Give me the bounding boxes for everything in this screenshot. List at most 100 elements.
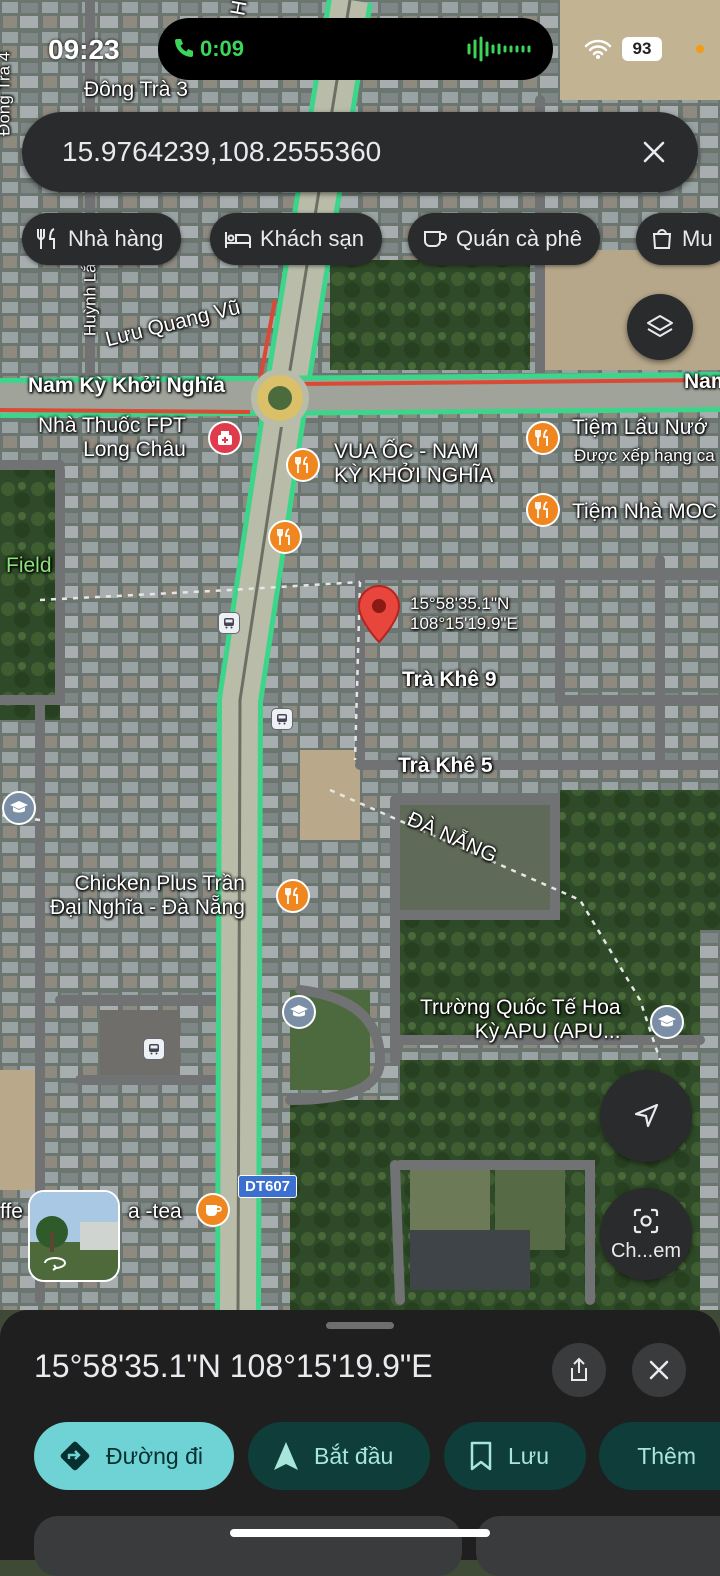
chip-label: Mu bbox=[682, 226, 713, 252]
chip-restaurants[interactable]: Nhà hàng bbox=[22, 213, 181, 265]
layers-icon bbox=[645, 312, 675, 342]
action-label: Bắt đầu bbox=[314, 1443, 393, 1470]
pharmacy-name-line-2: Long Châu bbox=[38, 438, 186, 462]
share-button[interactable] bbox=[552, 1343, 606, 1397]
fork-knife-icon bbox=[277, 528, 293, 546]
school-marker-left[interactable] bbox=[2, 791, 36, 825]
place-bottom-sheet[interactable]: 15°58'35.1"N 108°15'19.9"E Đường đi Bắt … bbox=[0, 1310, 720, 1560]
apu-school-line-1: Trường Quốc Tế Hoa bbox=[420, 996, 621, 1020]
start-navigation-button[interactable]: Bắt đầu bbox=[248, 1422, 430, 1490]
audio-waveform-icon bbox=[466, 36, 534, 62]
search-input[interactable]: 15.9764239,108.2555360 bbox=[62, 136, 381, 168]
street-label-huynh-la: Huỳnh Lắ bbox=[81, 263, 101, 336]
place-label-tiem-lau: Tiệm Lẩu Nướ bbox=[572, 416, 708, 440]
street-label-nam-ky-khoi-nghia: Nam Kỳ Khởi Nghĩa bbox=[28, 374, 225, 398]
phone-call-icon bbox=[172, 36, 196, 60]
apu-school-line-2: Kỳ APU (APU... bbox=[420, 1020, 621, 1044]
coffee-cup-icon bbox=[422, 227, 448, 251]
vua-oc-line-2: KỲ KHỞI NGHĨA bbox=[334, 464, 493, 488]
route-shield-dt607: DT607 bbox=[238, 1175, 297, 1198]
place-label-coffee-left: ffe bbox=[0, 1200, 23, 1224]
vua-oc-line-1: VUA ỐC - NAM bbox=[334, 440, 493, 464]
fork-knife-icon bbox=[295, 456, 311, 474]
chicken-plus-line-2: Đại Nghĩa - Đà Nẵng bbox=[50, 896, 245, 920]
street-label-nam-right: Nam bbox=[684, 370, 720, 394]
pharmacy-marker[interactable] bbox=[208, 421, 242, 455]
search-bar[interactable]: 15.9764239,108.2555360 bbox=[22, 112, 698, 192]
place-label-apu-school: Trường Quốc Tế Hoa Kỳ APU (APU... bbox=[420, 996, 621, 1044]
fork-knife-icon bbox=[36, 227, 60, 251]
chip-label: Khách sạn bbox=[260, 226, 364, 252]
chip-label: Nhà hàng bbox=[68, 226, 163, 252]
camera-lens-icon bbox=[631, 1206, 661, 1236]
satellite-map[interactable]: Đông Trà 3 Đông Trà 4 Huỳnh Lắ Lưu Quang… bbox=[0, 0, 720, 1310]
sheet-card-preview-left[interactable] bbox=[34, 1516, 462, 1576]
chip-label: Quán cà phê bbox=[456, 226, 582, 252]
pin-longitude-label: 108°15'19.9"E bbox=[410, 614, 518, 634]
restaurant-marker-tiem-nha-moc[interactable] bbox=[526, 493, 560, 527]
graduation-cap-icon bbox=[289, 1004, 309, 1020]
bookmark-icon bbox=[468, 1440, 494, 1472]
layers-button[interactable] bbox=[627, 294, 693, 360]
sheet-drag-handle[interactable] bbox=[326, 1322, 394, 1329]
close-sheet-button[interactable] bbox=[632, 1343, 686, 1397]
clear-search-button[interactable] bbox=[634, 132, 674, 172]
call-duration: 0:09 bbox=[200, 36, 244, 62]
chicken-plus-line-1: Chicken Plus Trần bbox=[50, 872, 245, 896]
bus-stop-icon[interactable] bbox=[271, 708, 293, 730]
pin-coordinates-label: 15°58'35.1"N 108°15'19.9"E bbox=[410, 594, 518, 633]
my-location-button[interactable] bbox=[600, 1070, 692, 1162]
dropped-pin-icon[interactable] bbox=[357, 584, 401, 644]
place-title-coordinates: 15°58'35.1"N 108°15'19.9"E bbox=[34, 1348, 433, 1385]
pharmacy-name-line-1: Nhà Thuốc FPT bbox=[38, 414, 186, 438]
coffee-marker[interactable] bbox=[196, 1193, 230, 1227]
directions-icon bbox=[58, 1439, 92, 1473]
chip-cafes[interactable]: Quán cà phê bbox=[408, 213, 600, 265]
pin-latitude-label: 15°58'35.1"N bbox=[410, 594, 518, 614]
fork-knife-icon bbox=[535, 501, 551, 519]
share-icon bbox=[567, 1357, 591, 1383]
place-label-pharmacy: Nhà Thuốc FPT Long Châu bbox=[38, 414, 186, 462]
wifi-icon bbox=[584, 38, 612, 60]
home-indicator[interactable] bbox=[230, 1529, 490, 1537]
place-sub-label-tiem-lau: Được xếp hạng ca bbox=[574, 446, 715, 466]
rotate-360-icon bbox=[42, 1254, 68, 1272]
directions-button[interactable]: Đường đi bbox=[34, 1422, 234, 1490]
sheet-card-preview-right[interactable] bbox=[476, 1516, 720, 1576]
close-icon bbox=[648, 1359, 670, 1381]
pharmacy-icon bbox=[216, 429, 234, 447]
street-label-tra-khe-5: Trà Khê 5 bbox=[398, 754, 493, 778]
place-label-coffee-right: a -tea bbox=[128, 1200, 182, 1224]
bus-stop-icon[interactable] bbox=[143, 1038, 165, 1060]
action-label: Lưu bbox=[508, 1443, 549, 1470]
coffee-cup-icon bbox=[204, 1202, 222, 1218]
area-label-field: Field bbox=[6, 554, 52, 578]
bus-stop-icon[interactable] bbox=[218, 612, 240, 634]
fork-knife-icon bbox=[535, 429, 551, 447]
chip-hotels[interactable]: Khách sạn bbox=[210, 213, 382, 265]
chip-shopping[interactable]: Mu bbox=[636, 213, 720, 265]
street-label-tra-khe-9: Trà Khê 9 bbox=[402, 668, 497, 692]
camera-search-button[interactable]: Ch...em bbox=[600, 1188, 692, 1280]
save-button[interactable]: Lưu bbox=[444, 1422, 586, 1490]
graduation-cap-icon bbox=[9, 800, 29, 816]
graduation-cap-icon bbox=[657, 1014, 677, 1030]
more-button[interactable]: Thêm bbox=[599, 1422, 720, 1490]
school-marker-apu[interactable] bbox=[650, 1005, 684, 1039]
place-label-tiem-nha-moc: Tiệm Nhà MOC bbox=[572, 500, 717, 524]
restaurant-marker-chicken-plus[interactable] bbox=[276, 879, 310, 913]
restaurant-marker-tiem-lau[interactable] bbox=[526, 421, 560, 455]
fork-knife-icon bbox=[285, 887, 301, 905]
privacy-indicator-dot bbox=[696, 45, 704, 53]
restaurant-marker-unnamed[interactable] bbox=[268, 520, 302, 554]
restaurant-marker-vua-oc[interactable] bbox=[286, 448, 320, 482]
action-label: Đường đi bbox=[106, 1443, 203, 1470]
street-view-thumbnail[interactable] bbox=[28, 1190, 120, 1282]
status-bar: 09:23 0:09 93 bbox=[0, 0, 720, 96]
close-icon bbox=[642, 140, 666, 164]
battery-indicator: 93 bbox=[622, 37, 662, 61]
bed-icon bbox=[224, 228, 252, 250]
action-label: Thêm bbox=[637, 1443, 696, 1470]
place-label-chicken-plus: Chicken Plus Trần Đại Nghĩa - Đà Nẵng bbox=[50, 872, 245, 920]
school-marker[interactable] bbox=[282, 995, 316, 1029]
